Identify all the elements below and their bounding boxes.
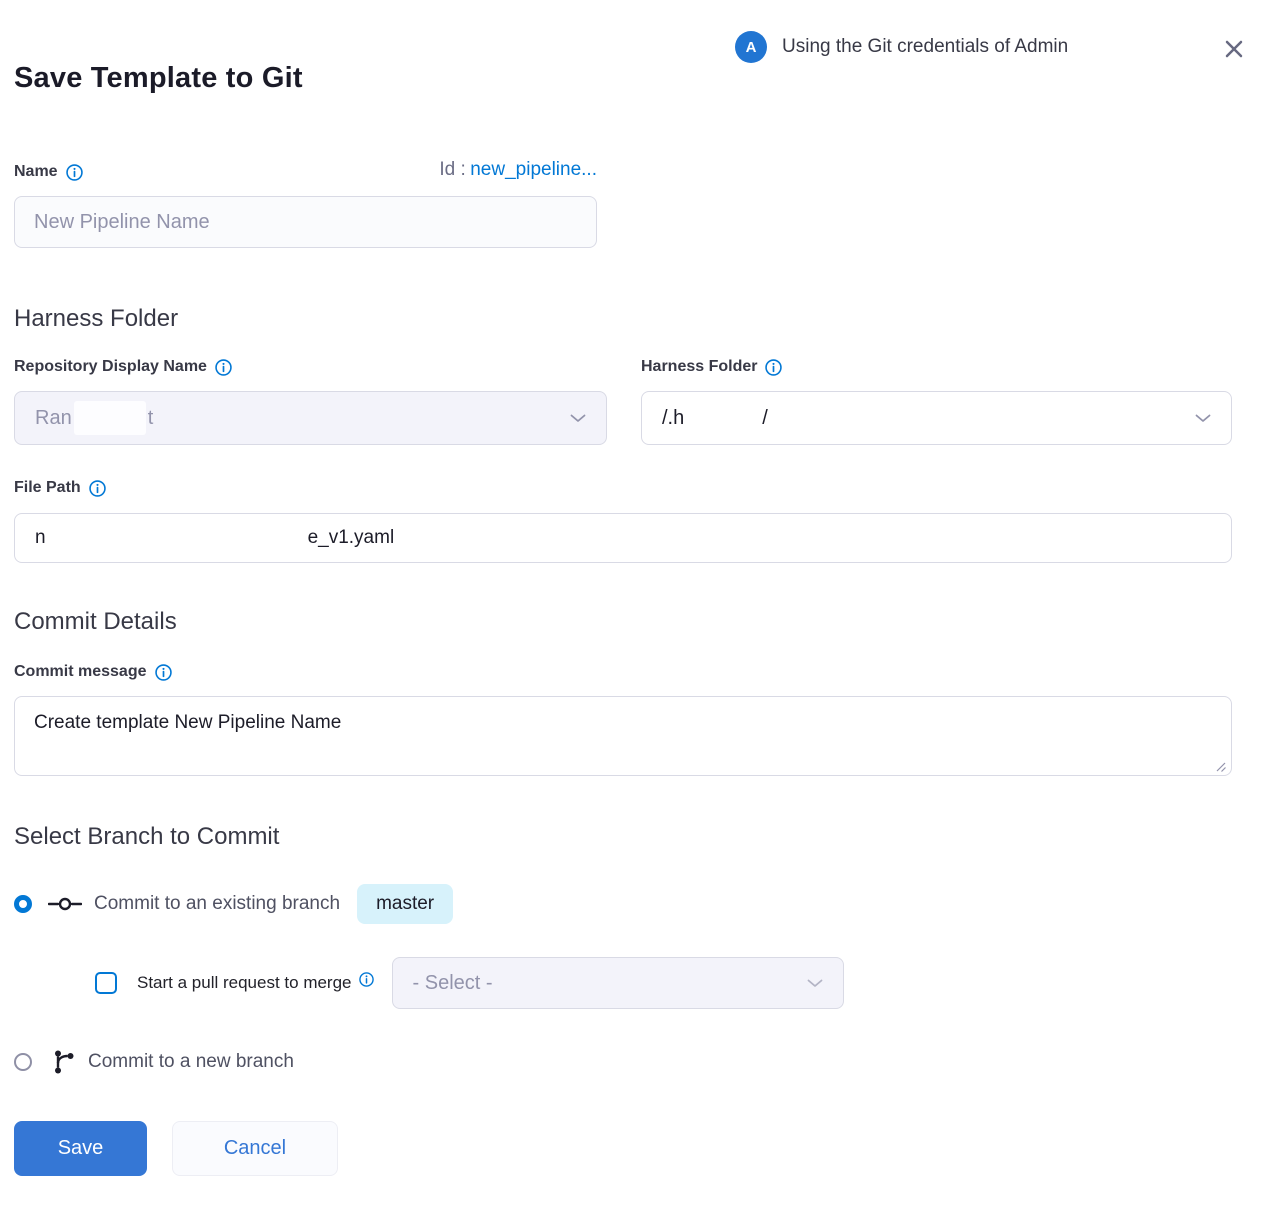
git-commit-icon (48, 893, 82, 915)
pull-request-row: Start a pull request to merge - Select - (95, 957, 1232, 1009)
repository-label: Repository Display Name (14, 358, 207, 376)
id-label: Id : (439, 159, 465, 180)
close-icon[interactable] (1221, 36, 1247, 62)
name-input[interactable] (14, 196, 597, 248)
folder-value-start: /.h (662, 407, 684, 430)
name-field-block: Name Id : new_pipeline... (14, 159, 597, 248)
new-branch-radio[interactable] (14, 1053, 32, 1071)
folder-info-icon[interactable] (765, 359, 782, 376)
save-template-dialog: A Using the Git credentials of Admin Sav… (0, 0, 1280, 1226)
redaction-overlay (74, 401, 146, 435)
file-path-info-icon[interactable] (89, 480, 106, 497)
target-branch-placeholder: - Select - (413, 972, 493, 995)
git-credentials-toast: A Using the Git credentials of Admin (735, 31, 1068, 63)
toast-message: Using the Git credentials of Admin (782, 36, 1068, 58)
folder-value-end: / (762, 407, 768, 430)
dialog-actions: Save Cancel (14, 1121, 1232, 1176)
resize-handle[interactable] (1215, 761, 1227, 773)
commit-message-textarea[interactable]: Create template New Pipeline Name (14, 696, 1232, 776)
harness-folder-heading: Harness Folder (14, 305, 1232, 333)
pull-request-info-icon[interactable] (359, 972, 374, 987)
save-button[interactable]: Save (14, 1121, 147, 1176)
commit-message-label-row: Commit message (14, 663, 1232, 681)
chevron-down-icon (570, 414, 586, 423)
repository-label-row: Repository Display Name (14, 358, 607, 376)
folder-select[interactable]: /.h / (641, 391, 1232, 445)
name-label-row: Name (14, 163, 83, 181)
existing-branch-radio[interactable] (14, 895, 32, 913)
name-label: Name (14, 163, 58, 181)
new-branch-row: Commit to a new branch (14, 1049, 1232, 1075)
repository-value-start: Ran (35, 407, 72, 430)
branch-badge: master (357, 884, 453, 924)
new-branch-label: Commit to a new branch (88, 1051, 294, 1073)
select-branch-heading: Select Branch to Commit (14, 823, 1232, 851)
folder-label-row: Harness Folder (641, 358, 1232, 376)
name-info-icon[interactable] (66, 164, 83, 181)
existing-branch-label: Commit to an existing branch (94, 893, 340, 915)
avatar: A (735, 31, 767, 63)
repository-value-end: t (148, 407, 154, 430)
template-id-link[interactable]: new_pipeline... (470, 159, 597, 180)
commit-message-label: Commit message (14, 663, 147, 681)
file-path-value-start: n (35, 527, 46, 549)
pull-request-label: Start a pull request to merge (137, 973, 352, 993)
pull-request-checkbox[interactable] (95, 972, 117, 994)
target-branch-select: - Select - (392, 957, 844, 1009)
folder-label: Harness Folder (641, 358, 757, 376)
chevron-down-icon (1195, 414, 1211, 423)
git-branch-icon (52, 1049, 76, 1075)
file-path-label-row: File Path (14, 479, 1232, 497)
file-path-input[interactable]: n e_v1.yaml (14, 513, 1232, 563)
cancel-button[interactable]: Cancel (172, 1121, 338, 1176)
repository-select: Ran t (14, 391, 607, 445)
file-path-value-end: e_v1.yaml (308, 527, 395, 549)
chevron-down-icon (807, 979, 823, 988)
repository-info-icon[interactable] (215, 359, 232, 376)
existing-branch-row: Commit to an existing branch master (14, 884, 1232, 924)
file-path-label: File Path (14, 479, 81, 497)
commit-details-heading: Commit Details (14, 608, 1232, 636)
commit-message-info-icon[interactable] (155, 664, 172, 681)
